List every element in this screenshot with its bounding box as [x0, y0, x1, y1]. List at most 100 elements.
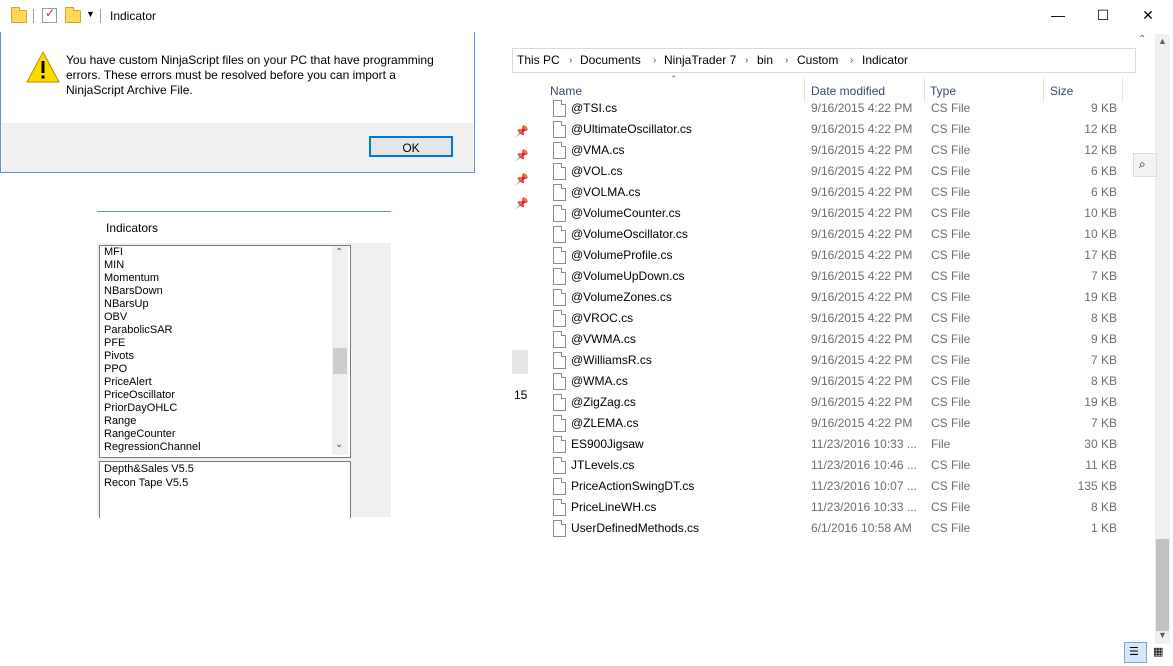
- file-name: @VOL.cs: [571, 164, 623, 178]
- file-row[interactable]: UserDefinedMethods.cs 6/1/2016 10:58 AM CS…: [545, 518, 1123, 539]
- column-date[interactable]: Date modified: [811, 84, 885, 98]
- indicator-item[interactable]: PriceOscillator: [100, 389, 350, 402]
- chevron-down-icon[interactable]: ▼: [86, 9, 95, 19]
- file-row[interactable]: @VolumeCounter.cs 9/16/2015 4:22 PM CS Fil…: [545, 203, 1123, 224]
- details-view-button[interactable]: ☰: [1124, 642, 1147, 663]
- file-type: CS File: [931, 206, 971, 220]
- divider: [97, 211, 391, 212]
- pin-icon[interactable]: 📌: [515, 197, 529, 210]
- chevron-right-icon[interactable]: ›: [653, 55, 656, 66]
- indicator-item[interactable]: MIN: [100, 259, 350, 272]
- file-row[interactable]: @VolumeZones.cs 9/16/2015 4:22 PM CS File 1…: [545, 287, 1123, 308]
- indicator-item[interactable]: RangeCounter: [100, 428, 350, 441]
- breadcrumb-item[interactable]: Indicator: [862, 53, 908, 67]
- chevron-up-icon[interactable]: ⌃: [335, 247, 343, 258]
- file-row[interactable]: ES900Jigsaw 11/23/2016 10:33 ... File 30 KB: [545, 434, 1123, 455]
- pin-icon[interactable]: 📌: [515, 173, 529, 186]
- file-name: @WMA.cs: [571, 374, 628, 388]
- chevron-right-icon[interactable]: ›: [569, 55, 572, 66]
- chevron-up-icon[interactable]: ⌃: [1138, 34, 1153, 50]
- file-row[interactable]: @UltimateOscillator.cs 9/16/2015 4:22 PM C…: [545, 119, 1123, 140]
- file-date: 9/16/2015 4:22 PM: [811, 185, 913, 199]
- indicator-item[interactable]: NBarsUp: [100, 298, 350, 311]
- breadcrumb-item[interactable]: This PC: [517, 53, 560, 67]
- custom-indicator-item[interactable]: Depth&Sales V5.5: [100, 462, 350, 476]
- address-bar[interactable]: This PC › Documents › NinjaTrader 7 › bi…: [512, 48, 1136, 73]
- column-name[interactable]: Name: [550, 84, 582, 98]
- vertical-scrollbar[interactable]: ▲ ▼: [1155, 34, 1170, 644]
- file-size: 19 KB: [1084, 395, 1117, 409]
- file-row[interactable]: @ZigZag.cs 9/16/2015 4:22 PM CS File 19 KB: [545, 392, 1123, 413]
- indicator-item[interactable]: PriorDayOHLC: [100, 402, 350, 415]
- file-size: 17 KB: [1084, 248, 1117, 262]
- maximize-button[interactable]: ☐: [1080, 0, 1126, 30]
- column-type[interactable]: Type: [930, 84, 956, 98]
- indicator-item[interactable]: Range: [100, 415, 350, 428]
- file-row[interactable]: @VWMA.cs 9/16/2015 4:22 PM CS File 9 KB: [545, 329, 1123, 350]
- indicator-item[interactable]: PPO: [100, 363, 350, 376]
- file-type: CS File: [931, 374, 971, 388]
- indicator-item[interactable]: RegressionChannel: [100, 441, 350, 454]
- breadcrumb-item[interactable]: bin: [757, 53, 773, 67]
- properties-icon[interactable]: ✓: [42, 6, 57, 23]
- file-date: 9/16/2015 4:22 PM: [811, 143, 913, 157]
- indicator-item[interactable]: NBarsDown: [100, 285, 350, 298]
- search-box[interactable]: ⌕: [1133, 153, 1157, 177]
- file-row[interactable]: @WMA.cs 9/16/2015 4:22 PM CS File 8 KB: [545, 371, 1123, 392]
- chevron-right-icon[interactable]: ›: [785, 55, 788, 66]
- file-row[interactable]: @VOL.cs 9/16/2015 4:22 PM CS File 6 KB: [545, 161, 1123, 182]
- indicator-list[interactable]: MFI MIN Momentum NBarsDown NBarsUp OBV Parabol…: [99, 245, 351, 458]
- file-icon: [553, 247, 566, 264]
- indicator-item[interactable]: MFI: [100, 246, 350, 259]
- breadcrumb-item[interactable]: Documents: [580, 53, 641, 67]
- new-folder-icon[interactable]: [65, 7, 81, 23]
- file-row[interactable]: @ZLEMA.cs 9/16/2015 4:22 PM CS File 7 KB: [545, 413, 1123, 434]
- file-name: PriceLineWH.cs: [571, 500, 657, 514]
- file-row[interactable]: @VolumeUpDown.cs 9/16/2015 4:22 PM CS File…: [545, 266, 1123, 287]
- file-type: CS File: [931, 269, 971, 283]
- chevron-right-icon[interactable]: ›: [745, 55, 748, 66]
- indicator-item[interactable]: PriceAlert: [100, 376, 350, 389]
- file-row[interactable]: @VolumeOscillator.cs 9/16/2015 4:22 PM CS …: [545, 224, 1123, 245]
- file-row[interactable]: @VolumeProfile.cs 9/16/2015 4:22 PM CS Fil…: [545, 245, 1123, 266]
- close-button[interactable]: ✕: [1125, 0, 1171, 30]
- indicator-item[interactable]: Pivots: [100, 350, 350, 363]
- separator: [100, 9, 101, 23]
- file-row[interactable]: @TSI.cs 9/16/2015 4:22 PM CS File 9 KB: [545, 98, 1123, 119]
- file-row[interactable]: PriceActionSwingDT.cs 11/23/2016 10:07 ..…: [545, 476, 1123, 497]
- minimize-button[interactable]: —: [1035, 0, 1081, 30]
- file-date: 9/16/2015 4:22 PM: [811, 164, 913, 178]
- scroll-up-icon[interactable]: ▲: [1158, 36, 1167, 46]
- file-size: 30 KB: [1084, 437, 1117, 451]
- file-row[interactable]: PriceLineWH.cs 11/23/2016 10:33 ... CS Fil…: [545, 497, 1123, 518]
- file-row[interactable]: @WilliamsR.cs 9/16/2015 4:22 PM CS File 7 K…: [545, 350, 1123, 371]
- indicator-item[interactable]: OBV: [100, 311, 350, 324]
- large-icons-button[interactable]: ▦: [1149, 642, 1169, 661]
- chevron-right-icon[interactable]: ›: [850, 55, 853, 66]
- file-row[interactable]: @VMA.cs 9/16/2015 4:22 PM CS File 12 KB: [545, 140, 1123, 161]
- file-row[interactable]: JTLevels.cs 11/23/2016 10:46 ... CS File 11…: [545, 455, 1123, 476]
- scrollbar-thumb[interactable]: [333, 348, 347, 374]
- breadcrumb-item[interactable]: Custom: [797, 53, 838, 67]
- breadcrumb-item[interactable]: NinjaTrader 7: [664, 53, 736, 67]
- indicator-item[interactable]: ParabolicSAR: [100, 324, 350, 337]
- file-row[interactable]: @VROC.cs 9/16/2015 4:22 PM CS File 8 KB: [545, 308, 1123, 329]
- ok-button[interactable]: OK: [369, 136, 453, 157]
- pin-icon[interactable]: 📌: [515, 149, 529, 162]
- nav-pane-selection[interactable]: [512, 350, 528, 374]
- scroll-down-icon[interactable]: ▼: [1158, 630, 1167, 640]
- folder-icon[interactable]: [11, 7, 27, 23]
- indicator-item[interactable]: Momentum: [100, 272, 350, 285]
- scrollbar-thumb[interactable]: [1156, 539, 1169, 631]
- pin-icon[interactable]: 📌: [515, 125, 529, 138]
- custom-indicator-item[interactable]: Recon Tape V5.5: [100, 476, 350, 490]
- file-icon: [553, 289, 566, 306]
- custom-indicator-list[interactable]: Depth&Sales V5.5 Recon Tape V5.5: [99, 461, 351, 518]
- chevron-down-icon[interactable]: ⌄: [335, 439, 343, 450]
- file-icon: [553, 373, 566, 390]
- file-date: 9/16/2015 4:22 PM: [811, 269, 913, 283]
- indicator-item[interactable]: PFE: [100, 337, 350, 350]
- file-icon: [553, 478, 566, 495]
- column-size[interactable]: Size: [1050, 84, 1073, 98]
- file-row[interactable]: @VOLMA.cs 9/16/2015 4:22 PM CS File 6 KB: [545, 182, 1123, 203]
